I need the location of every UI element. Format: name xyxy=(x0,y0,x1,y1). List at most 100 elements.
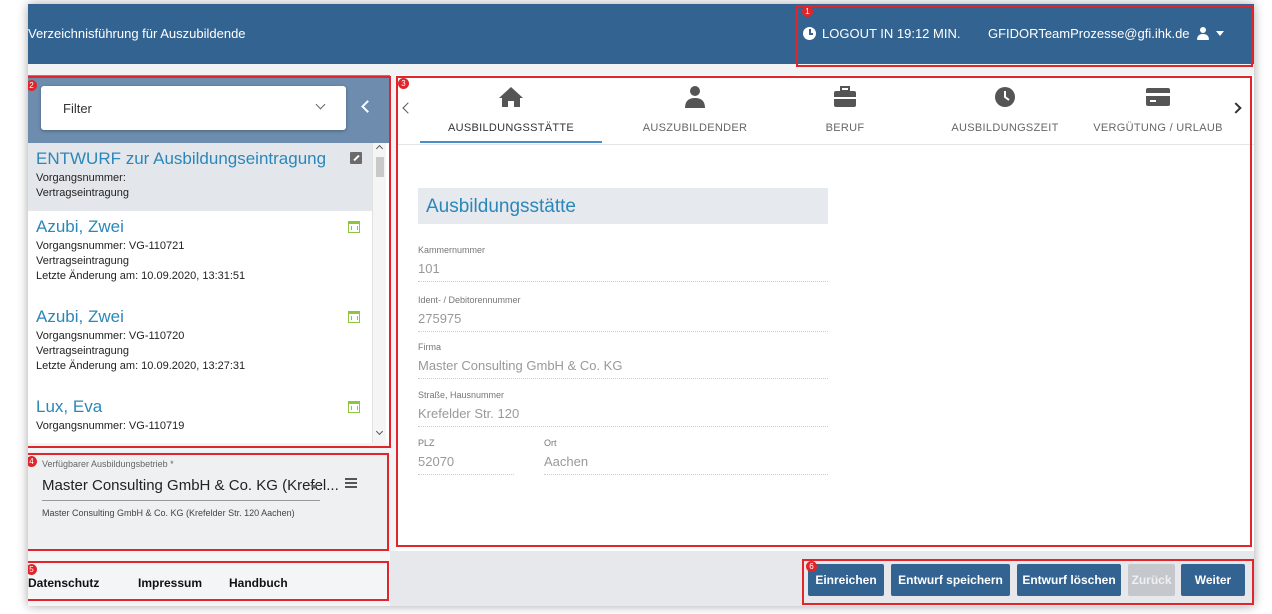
item-line: Vorgangsnummer: xyxy=(36,172,126,184)
tab-ausbildungsstaette[interactable]: AUSBILDUNGSSTÄTTE xyxy=(420,75,602,145)
link-datenschutz[interactable]: Datenschutz xyxy=(28,576,99,590)
filter-bar: Filter xyxy=(28,75,390,143)
field-label: Straße, Hausnummer xyxy=(418,390,505,400)
submit-button[interactable]: Einreichen xyxy=(808,564,884,596)
person-icon xyxy=(685,86,705,108)
logout-timer[interactable]: LOGOUT IN 19:12 MIN. xyxy=(803,26,960,41)
item-line: Vertragseintragung xyxy=(36,255,129,267)
tab-label: VERGÜTUNG / URLAUB xyxy=(1093,122,1223,134)
section-title: Ausbildungsstätte xyxy=(426,196,576,217)
betrieb-label: Verfügbarer Ausbildungsbetrieb * xyxy=(42,459,174,469)
field-value[interactable]: 275975 xyxy=(418,311,828,332)
field-value[interactable]: Aachen xyxy=(544,454,828,475)
filter-select[interactable]: Filter xyxy=(41,86,346,130)
field-label: Ort xyxy=(544,438,557,448)
list-item[interactable]: Azubi, Zwei Vorgangsnummer: VG-110720 Ve… xyxy=(28,307,372,391)
betrieb-value[interactable]: Master Consulting GmbH & Co. KG (Krefel.… xyxy=(42,477,339,494)
field-debitorennummer: Ident- / Debitorennummer 275975 xyxy=(418,295,828,332)
betrieb-address: Master Consulting GmbH & Co. KG (Krefeld… xyxy=(42,508,295,518)
tab-verguetung-urlaub[interactable]: VERGÜTUNG / URLAUB xyxy=(1088,75,1228,145)
list-scrollbar[interactable] xyxy=(372,143,386,443)
field-ort: Ort Aachen xyxy=(544,438,828,475)
collapse-sidebar-button[interactable] xyxy=(358,98,374,118)
app-header: Verzeichnisführung für Auszubildende LOG… xyxy=(28,4,1254,64)
tab-beruf[interactable]: BERUF xyxy=(780,75,910,145)
calendar-icon xyxy=(348,311,360,323)
next-button[interactable]: Weiter xyxy=(1181,564,1245,596)
tab-bar: AUSBILDUNGSSTÄTTE AUSZUBILDENDER BERUF A… xyxy=(396,75,1254,145)
item-name: ENTWURF zur Ausbildungseintragung xyxy=(36,149,327,168)
item-line: Vertragseintragung xyxy=(36,345,129,357)
sidebar: Filter ENTWURF zur Ausbildungseintragung… xyxy=(28,75,390,551)
tab-label: AUSBILDUNGSZEIT xyxy=(951,122,1059,134)
annotation-marker: 3 xyxy=(398,78,409,89)
item-line: Vorgangsnummer: VG-110721 xyxy=(36,240,185,252)
field-value[interactable]: Krefelder Str. 120 xyxy=(418,406,828,427)
calendar-icon xyxy=(348,401,360,413)
footer: Datenschutz Impressum Handbuch Einreiche… xyxy=(28,551,1254,606)
back-button[interactable]: Zurück xyxy=(1128,564,1175,596)
footer-links: Datenschutz Impressum Handbuch xyxy=(28,551,390,606)
dropdown-arrow-icon[interactable] xyxy=(310,485,318,489)
field-label: Kammernummer xyxy=(418,245,486,255)
logout-text: LOGOUT IN 19:12 MIN. xyxy=(822,26,961,41)
list-item[interactable]: Azubi, Zwei Vorgangsnummer: VG-110721 Ve… xyxy=(28,217,372,301)
field-firma: Firma Master Consulting GmbH & Co. KG xyxy=(418,342,828,379)
clock-icon xyxy=(803,27,816,40)
tab-label: AUSZUBILDENDER xyxy=(642,122,748,134)
briefcase-icon xyxy=(834,86,856,107)
save-draft-button[interactable]: Entwurf speichern xyxy=(891,564,1010,596)
item-name: Lux, Eva xyxy=(36,397,103,416)
field-value[interactable]: 101 xyxy=(418,261,828,282)
item-line: Vorgangsnummer: VG-110719 xyxy=(36,420,185,432)
link-handbuch[interactable]: Handbuch xyxy=(229,576,288,590)
list-item[interactable]: Lux, Eva Vorgangsnummer: VG-110719 xyxy=(28,397,372,443)
tab-ausbildungszeit[interactable]: AUSBILDUNGSZEIT xyxy=(920,75,1090,145)
betrieb-underline xyxy=(42,500,320,501)
user-email: GFIDORTeamProzesse@gfi.ihk.de xyxy=(988,26,1190,41)
scroll-up-icon[interactable] xyxy=(375,144,384,153)
field-value[interactable]: 52070 xyxy=(418,454,514,475)
annotation-marker: 1 xyxy=(802,6,813,17)
user-icon xyxy=(1196,26,1210,41)
field-plz: PLZ 52070 xyxy=(418,438,514,475)
field-label: Ident- / Debitorennummer xyxy=(418,295,521,305)
item-line: Vorgangsnummer: VG-110720 xyxy=(36,330,185,342)
user-menu[interactable]: GFIDORTeamProzesse@gfi.ihk.de xyxy=(988,26,1224,41)
annotation-marker: 6 xyxy=(806,561,817,572)
scroll-thumb[interactable] xyxy=(376,157,384,177)
credit-card-icon xyxy=(1146,88,1170,106)
item-name: Azubi, Zwei xyxy=(36,217,124,236)
clock-icon xyxy=(995,87,1015,107)
active-tab-indicator xyxy=(420,141,602,143)
filter-label: Filter xyxy=(63,101,92,116)
field-label: PLZ xyxy=(418,438,435,448)
menu-icon[interactable] xyxy=(345,478,357,488)
calendar-icon xyxy=(348,221,360,233)
tab-label: BERUF xyxy=(825,122,865,134)
scroll-down-icon[interactable] xyxy=(375,427,384,436)
item-line: Letzte Änderung am: 10.09.2020, 13:27:31 xyxy=(36,360,246,372)
section-heading: Ausbildungsstätte xyxy=(418,188,828,224)
field-label: Firma xyxy=(418,342,441,352)
app-title: Verzeichnisführung für Auszubildende xyxy=(28,26,246,41)
field-value[interactable]: Master Consulting GmbH & Co. KG xyxy=(418,358,828,379)
item-name: Azubi, Zwei xyxy=(36,307,124,326)
chevron-right-icon[interactable] xyxy=(1230,102,1242,114)
delete-draft-button[interactable]: Entwurf löschen xyxy=(1017,564,1121,596)
field-strasse: Straße, Hausnummer Krefelder Str. 120 xyxy=(418,390,828,427)
case-list: ENTWURF zur Ausbildungseintragung Vorgan… xyxy=(28,143,390,443)
link-impressum[interactable]: Impressum xyxy=(138,576,202,590)
home-icon xyxy=(499,87,523,107)
edit-icon[interactable] xyxy=(350,152,362,164)
item-line: Vertragseintragung xyxy=(36,187,129,199)
tab-auszubildender[interactable]: AUSZUBILDENDER xyxy=(620,75,770,145)
main-content: AUSBILDUNGSSTÄTTE AUSZUBILDENDER BERUF A… xyxy=(396,75,1254,551)
chevron-down-icon xyxy=(315,99,326,110)
training-company-select: Verfügbarer Ausbildungsbetrieb * Master … xyxy=(28,451,390,551)
chevron-left-icon[interactable] xyxy=(402,102,414,114)
item-line: Letzte Änderung am: 10.09.2020, 13:31:51 xyxy=(36,270,246,282)
caret-down-icon xyxy=(1215,31,1224,36)
app-window: Verzeichnisführung für Auszubildende LOG… xyxy=(28,4,1254,606)
list-item[interactable]: ENTWURF zur Ausbildungseintragung Vorgan… xyxy=(28,143,372,211)
